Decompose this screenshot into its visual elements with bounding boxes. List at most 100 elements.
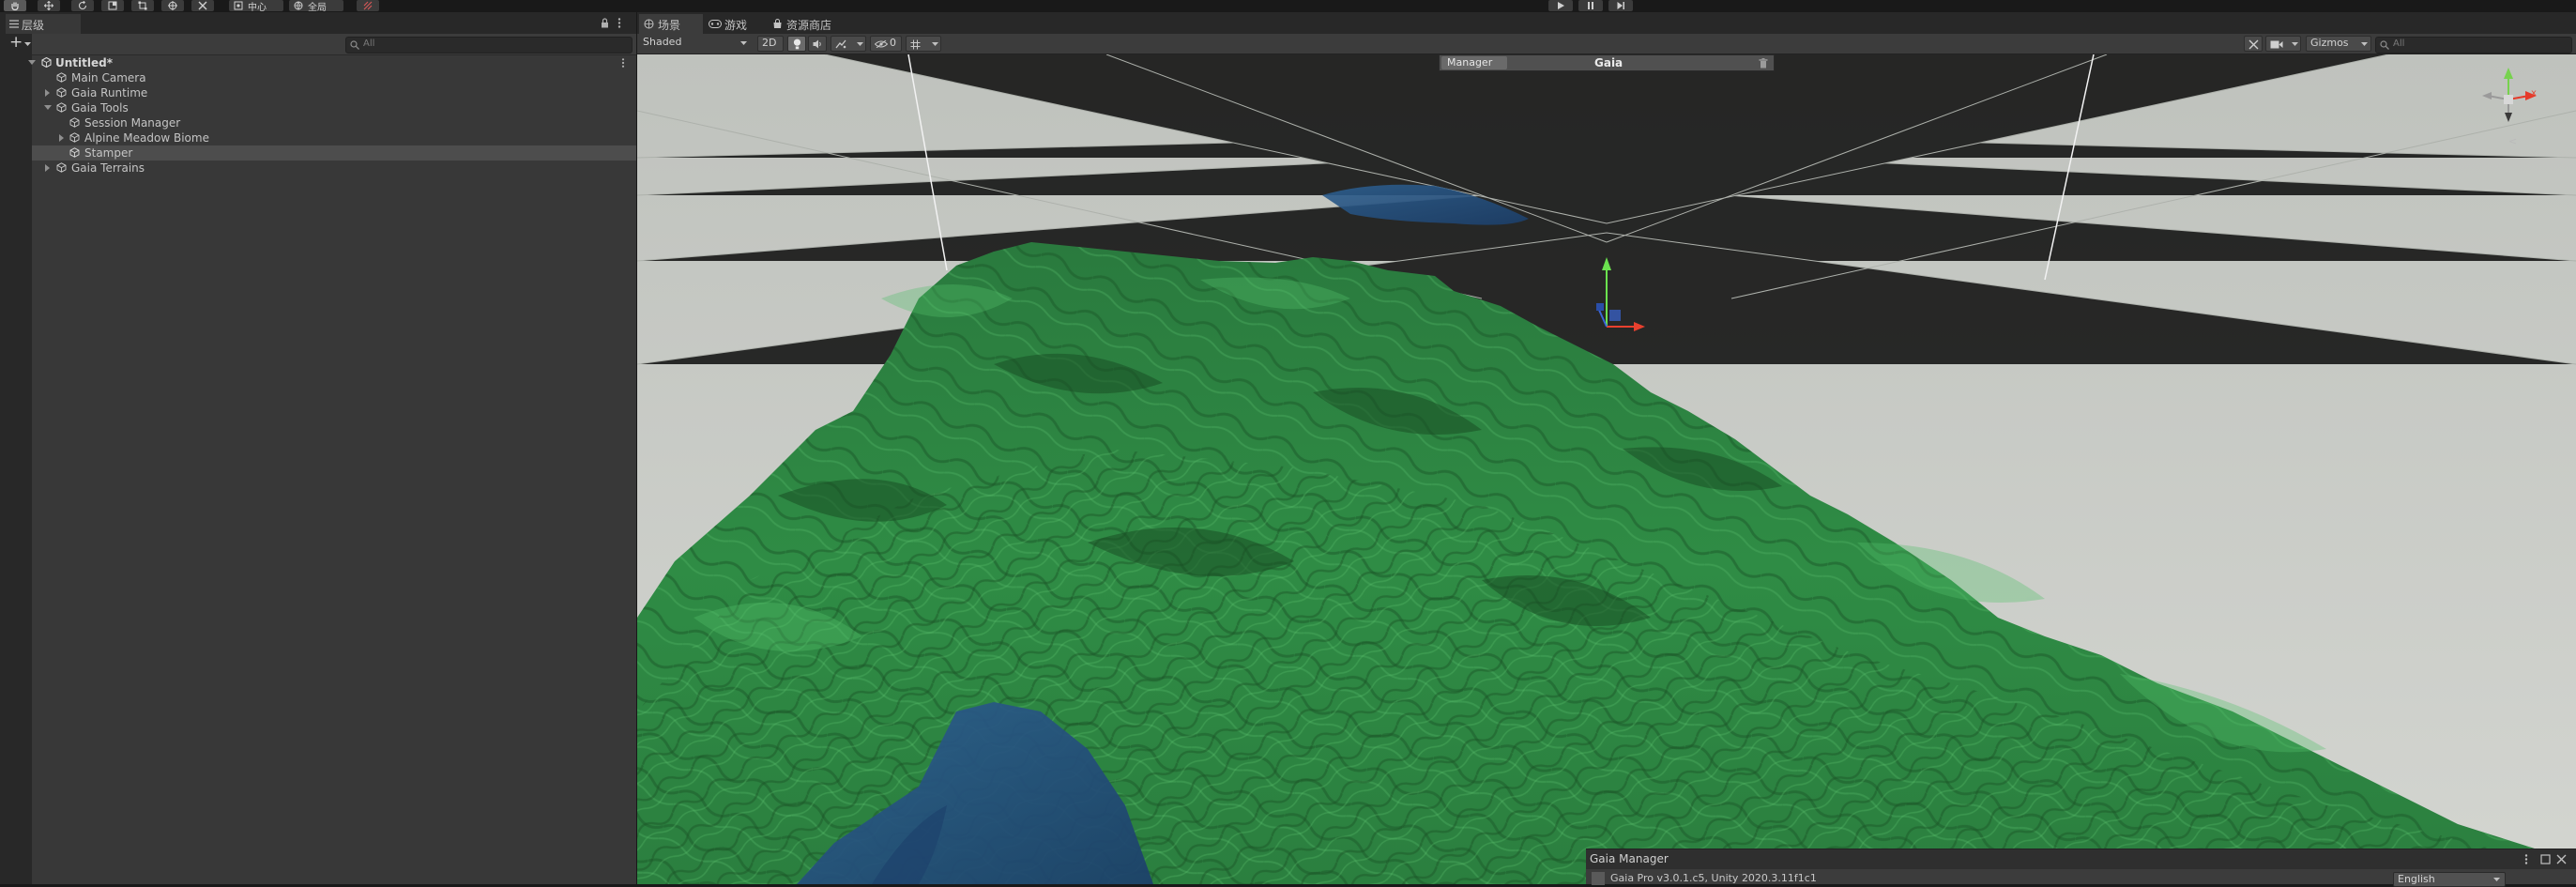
gameobject-icon [69, 147, 80, 158]
custom-tool-button[interactable] [191, 0, 214, 11]
kebab-menu-icon[interactable] [617, 18, 621, 28]
hierarchy-item-label: Stamper [84, 146, 133, 160]
hierarchy-search-placeholder: All [363, 38, 375, 49]
scale-icon [108, 1, 117, 10]
camera-dropdown[interactable] [2265, 36, 2301, 52]
hierarchy-tab-label: 层级 [22, 19, 45, 32]
store-icon [773, 19, 782, 28]
gaia-version-text: Gaia Pro v3.0.1.c5, Unity 2020.3.11f1c1 [1610, 872, 1817, 884]
hierarchy-panel: 层级 + All Untitled* Main Camera Gaia Runt… [6, 12, 636, 884]
hand-icon [11, 2, 19, 10]
chevron-down-icon [24, 42, 31, 46]
main-toolbar: 中心 全局 [0, 0, 2576, 13]
terrain-render[interactable] [637, 54, 2576, 884]
gizmo-z-handle[interactable] [1596, 303, 1604, 311]
gaia-manager-titlebar[interactable]: Gaia Manager [1586, 849, 2576, 869]
hidden-objects-toggle[interactable]: 0 [870, 36, 902, 52]
hidden-count: 0 [890, 37, 896, 49]
hierarchy-item-gaia-runtime[interactable]: Gaia Runtime [32, 85, 636, 100]
hierarchy-item-gaia-tools[interactable]: Gaia Tools [32, 100, 636, 115]
gameobject-icon [56, 102, 67, 113]
close-icon[interactable] [2556, 854, 2567, 864]
rect-transform-icon [138, 1, 147, 10]
snap-icon [363, 1, 373, 10]
foldout-arrow-icon[interactable] [45, 164, 50, 172]
scene-viewport[interactable]: x < [637, 54, 2576, 884]
hierarchy-toolbar: + All [9, 33, 636, 55]
2d-toggle[interactable]: 2D [757, 36, 784, 52]
lighting-toggle[interactable] [787, 36, 806, 52]
scale-tool-button[interactable] [101, 0, 124, 11]
list-icon [9, 20, 19, 28]
wrench-cross-icon [198, 1, 207, 10]
gaia-manager-overlay-bar[interactable]: Manager Gaia [1439, 54, 1775, 71]
tab-asset-store[interactable]: 资源商店 [769, 14, 853, 34]
foldout-arrow-icon[interactable] [28, 60, 36, 65]
hierarchy-item-label: Gaia Terrains [71, 161, 145, 175]
pivot-label: 中心 [248, 3, 267, 13]
effects-dropdown[interactable] [831, 36, 866, 52]
tools-icon [2248, 39, 2259, 50]
grid-icon [910, 39, 921, 50]
hierarchy-item-session-manager[interactable]: Session Manager [32, 115, 636, 130]
move-tool-button[interactable] [38, 0, 60, 11]
create-button[interactable]: + [6, 33, 43, 52]
pivot-toggle[interactable]: 中心 [229, 0, 283, 13]
play-button[interactable] [1548, 0, 1573, 11]
shading-mode-dropdown[interactable]: Shaded [639, 36, 752, 52]
hierarchy-search-input[interactable]: All [345, 37, 633, 54]
camera-icon [2270, 40, 2283, 49]
transform-tool-button[interactable] [161, 0, 184, 11]
gaia-manager-window[interactable]: Gaia Manager Gaia Pro v3.0.1.c5, Unity 2… [1586, 849, 2576, 887]
hierarchy-item-gaia-terrains[interactable]: Gaia Terrains [32, 161, 636, 176]
chevron-down-icon [857, 42, 863, 46]
maximize-icon[interactable] [2540, 854, 2551, 864]
gaia-overlay-title: Gaia [1594, 56, 1623, 69]
chevron-down-icon [740, 41, 747, 45]
foldout-arrow-icon[interactable] [59, 134, 64, 142]
step-button[interactable] [1608, 0, 1633, 11]
orientation-gizmo[interactable]: x < [2480, 68, 2537, 147]
hand-tool-button[interactable] [4, 0, 26, 11]
hierarchy-item-stamper[interactable]: Stamper [32, 145, 636, 161]
pause-button[interactable] [1578, 0, 1603, 11]
scene-search-placeholder: All [2393, 38, 2405, 49]
grid-dropdown[interactable] [906, 36, 941, 52]
foldout-arrow-icon[interactable] [45, 89, 50, 97]
foldout-arrow-icon[interactable] [44, 105, 52, 110]
chevron-down-icon [2292, 42, 2298, 46]
kebab-menu-icon[interactable] [2524, 854, 2528, 864]
trash-icon[interactable] [1759, 58, 1768, 69]
hierarchy-tab[interactable]: 层级 [6, 14, 81, 34]
gameobject-icon [69, 117, 80, 128]
hierarchy-item-main-camera[interactable]: Main Camera [32, 70, 636, 85]
manager-tab[interactable]: Manager [1441, 56, 1507, 69]
rect-tool-button[interactable] [131, 0, 154, 11]
scene-search-input[interactable]: All [2375, 37, 2572, 54]
gizmo-plane-handle[interactable] [1609, 310, 1621, 321]
kebab-menu-icon[interactable] [621, 58, 625, 68]
scene-root-row[interactable]: Untitled* [28, 55, 636, 70]
tab-game[interactable]: 游戏 [705, 14, 767, 34]
audio-toggle[interactable] [808, 36, 827, 52]
lock-icon[interactable] [601, 18, 609, 28]
scene-name: Untitled* [55, 56, 113, 69]
tools-toggle[interactable] [2244, 36, 2263, 52]
move-icon [44, 1, 53, 10]
space-toggle[interactable]: 全局 [289, 0, 343, 13]
tab-asset-store-label: 资源商店 [786, 19, 832, 32]
language-dropdown[interactable]: English [2393, 872, 2506, 887]
scene-tab-bar: 场景 游戏 资源商店 [637, 12, 2576, 34]
add-label: + [9, 33, 23, 52]
rotate-tool-button[interactable] [71, 0, 94, 11]
hierarchy-item-alpine-meadow-biome[interactable]: Alpine Meadow Biome [32, 130, 636, 145]
view-back-label[interactable]: < [2508, 135, 2517, 147]
lightbulb-icon [793, 38, 801, 50]
gizmos-dropdown[interactable]: Gizmos [2306, 36, 2371, 52]
tab-game-label: 游戏 [724, 19, 748, 32]
pause-icon [1588, 2, 1593, 9]
snap-button[interactable] [357, 0, 379, 11]
gameobject-icon [69, 132, 80, 143]
tab-scene-label: 场景 [658, 19, 681, 32]
tab-scene[interactable]: 场景 [639, 14, 703, 34]
